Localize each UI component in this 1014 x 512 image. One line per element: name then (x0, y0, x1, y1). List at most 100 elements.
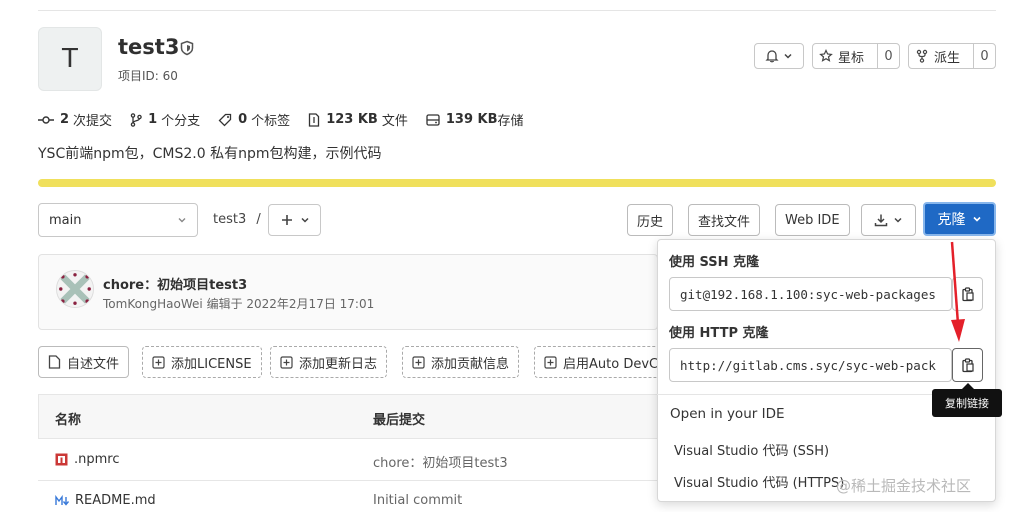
storage-stat[interactable]: 139 KB 存储 (426, 110, 524, 129)
commits-label: 次提交 (73, 114, 113, 129)
history-button[interactable]: 历史 (627, 204, 674, 236)
storage-label: 存储 (497, 114, 524, 129)
branch-icon (130, 112, 142, 127)
plus-square-icon (544, 355, 557, 369)
tag-icon (218, 113, 232, 126)
add-changelog-button[interactable]: 添加更新日志 (270, 346, 388, 378)
column-last-commit: 最后提交 (373, 413, 426, 428)
commits-count: 2 (60, 112, 70, 127)
files-label: 文件 (381, 114, 408, 129)
chevron-down-icon (300, 217, 309, 223)
row-divider (38, 438, 658, 439)
file-name[interactable]: .npmrc (74, 452, 120, 467)
commits-stat[interactable]: 2 次提交 (38, 110, 112, 129)
add-contributing-button[interactable]: 添加贡献信息 (402, 346, 520, 378)
chevron-down-icon (784, 53, 792, 59)
fork-label: 派生 (934, 50, 961, 66)
markdown-file-icon (55, 494, 70, 506)
chevron-down-icon (178, 218, 186, 223)
add-contributing-label: 添加贡献信息 (431, 356, 510, 372)
notification-button[interactable] (754, 43, 804, 69)
npm-file-icon (55, 453, 68, 466)
fork-button[interactable]: 派生 0 (908, 43, 996, 69)
find-file-label: 查找文件 (698, 214, 751, 230)
chevron-down-icon (894, 217, 902, 223)
breadcrumb-separator: / (256, 212, 261, 227)
fork-icon (916, 49, 928, 63)
open-vscode-https-item[interactable]: Visual Studio 代码 (HTTPS) (674, 472, 844, 491)
row-divider (38, 480, 658, 481)
web-ide-label: Web IDE (785, 212, 840, 228)
enable-autodevops-button[interactable]: 启用Auto DevC (534, 346, 660, 378)
project-avatar: T (38, 27, 102, 91)
table-row[interactable]: README.md (55, 493, 156, 508)
project-title: test3 (118, 35, 180, 59)
file-table-header (38, 394, 658, 438)
add-license-button[interactable]: 添加LICENSE (142, 346, 262, 378)
star-button[interactable]: 星标 0 (812, 43, 900, 69)
storage-size: 139 KB (445, 112, 498, 127)
shield-icon (180, 40, 194, 56)
plus-square-icon (152, 355, 165, 369)
project-id: 项目ID: 60 (118, 69, 178, 83)
branches-count: 1 (148, 112, 158, 127)
file-icon (48, 355, 61, 369)
breadcrumb-project[interactable]: test3 (213, 212, 246, 227)
add-menu-button[interactable] (268, 204, 321, 236)
tags-count: 0 (238, 112, 248, 127)
files-size: 123 KB (326, 112, 378, 127)
project-description: YSC前端npm包，CMS2.0 私有npm包构建，示例代码 (38, 146, 382, 162)
row-commit-message[interactable]: Initial commit (373, 493, 462, 508)
http-clone-label: 使用 HTTP 克隆 (669, 326, 769, 341)
branch-select-value: main (49, 212, 82, 228)
http-url-input[interactable]: http://gitlab.cms.syc/syc-web-pack (669, 348, 952, 382)
red-annotation-arrow (950, 241, 965, 342)
history-label: 历史 (637, 214, 664, 230)
branch-select[interactable]: main (38, 203, 198, 237)
copy-http-url-button[interactable] (952, 348, 983, 382)
download-button[interactable] (861, 204, 916, 236)
tags-label: 个标签 (251, 114, 291, 129)
commit-title[interactable]: chore：初始项目test3 (103, 274, 247, 293)
commit-icon (38, 115, 54, 124)
plus-square-icon (412, 355, 425, 369)
ide-heading: Open in your IDE (670, 406, 785, 422)
banner-bar (38, 179, 996, 187)
clone-label: 克隆 (937, 212, 966, 228)
chevron-down-icon (972, 216, 981, 222)
table-row[interactable]: .npmrc (55, 452, 120, 467)
web-ide-button[interactable]: Web IDE (775, 204, 850, 236)
add-changelog-label: 添加更新日志 (299, 356, 378, 372)
ssh-clone-label: 使用 SSH 克隆 (669, 255, 760, 270)
star-label: 星标 (838, 50, 865, 66)
readme-button[interactable]: 自述文件 (38, 346, 130, 378)
branches-stat[interactable]: 1 个分支 (130, 110, 200, 129)
fork-count: 0 (973, 44, 995, 68)
copy-link-tooltip: 复制链接 (932, 389, 1002, 417)
commit-meta: TomKongHaoWei 编辑于 2022年2月17日 17:01 (103, 297, 375, 311)
breadcrumb: test3 / (213, 212, 261, 227)
project-stats: 2 次提交 1 个分支 0 个标签 123 KB 文件 139 KB 存储 (38, 110, 542, 129)
readme-label: 自述文件 (67, 356, 120, 372)
add-license-label: 添加LICENSE (171, 356, 252, 372)
top-divider (38, 10, 996, 11)
plus-icon (281, 215, 292, 225)
file-name[interactable]: README.md (75, 493, 156, 508)
file-zip-icon (309, 112, 320, 127)
clone-button[interactable]: 克隆 (923, 202, 996, 236)
star-count: 0 (877, 44, 899, 68)
clipboard-icon (961, 357, 974, 372)
column-name: 名称 (55, 413, 82, 428)
bell-icon (765, 50, 779, 63)
branches-label: 个分支 (161, 114, 201, 129)
find-file-button[interactable]: 查找文件 (688, 204, 761, 236)
download-icon (874, 214, 888, 227)
row-commit-message[interactable]: chore：初始项目test3 (373, 452, 508, 471)
tags-stat[interactable]: 0 个标签 (218, 110, 290, 129)
user-avatar[interactable] (56, 270, 94, 308)
files-stat[interactable]: 123 KB 文件 (308, 110, 408, 129)
open-vscode-ssh-item[interactable]: Visual Studio 代码 (SSH) (674, 440, 829, 459)
avatar-letter: T (62, 44, 78, 74)
star-icon (819, 49, 833, 62)
ssh-url-input[interactable]: git@192.168.1.100:syc-web-packages (669, 277, 952, 311)
